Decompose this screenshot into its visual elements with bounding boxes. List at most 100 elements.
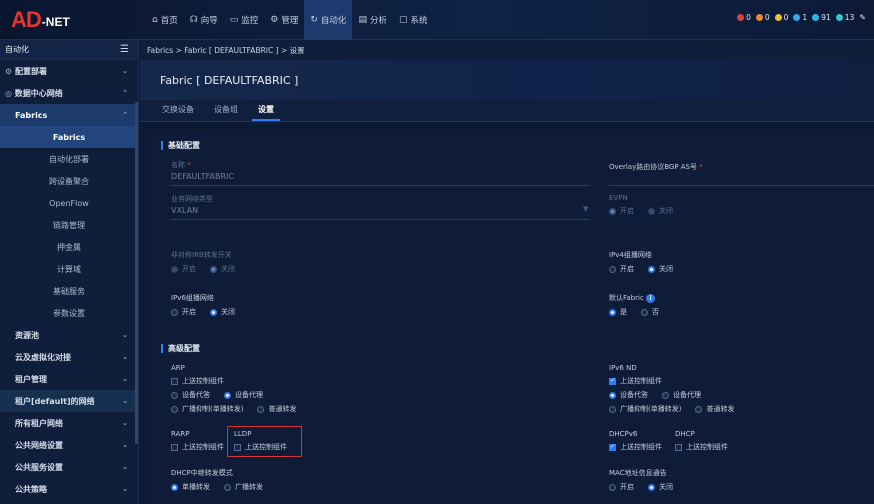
arp-bcast-radio[interactable]: 广播抑制(单播转发) bbox=[171, 404, 243, 414]
radio-label: 关闭 bbox=[659, 483, 673, 491]
sidebar-item-openflow[interactable]: OpenFlow bbox=[0, 192, 138, 214]
radio-label: 开启 bbox=[620, 207, 634, 215]
nav-label: 向导 bbox=[200, 16, 218, 26]
rarp-report-checkbox[interactable]: 上送控制组件 bbox=[171, 442, 224, 452]
nd-proxy-radio[interactable]: 设备代理 bbox=[662, 390, 701, 400]
nav-system[interactable]: ▢ 系统 bbox=[393, 0, 434, 40]
dhcpv6-field: DHCPv6 ✓ 上送控制组件 bbox=[609, 430, 662, 452]
arp-proxy-radio[interactable]: 设备代理 bbox=[224, 390, 263, 400]
arp-agent-radio[interactable]: 设备代答 bbox=[171, 390, 210, 400]
page-header: Fabric [ DEFAULTFABRIC ] bbox=[140, 60, 874, 100]
nav-home[interactable]: ⌂ 首页 bbox=[146, 0, 184, 40]
radio-circle bbox=[224, 483, 231, 491]
alarm-status[interactable]: 0 0 0 1 91 13 ✎ bbox=[737, 13, 866, 22]
sidebar-scrollbar[interactable] bbox=[135, 102, 138, 444]
sidebar-item-params[interactable]: 参数设置 bbox=[0, 302, 138, 324]
tab-device-groups[interactable]: 设备组 bbox=[204, 104, 248, 121]
arp-radios-2: 广播抑制(单播转发) 普通转发 bbox=[171, 404, 296, 414]
mac-label: MAC地址信息通告 bbox=[609, 469, 667, 477]
radio-circle bbox=[210, 265, 217, 273]
nav-wizard[interactable]: ☊ 向导 bbox=[184, 0, 224, 40]
nd-bcast-radio[interactable]: 广播抑制(单播转发) bbox=[609, 404, 681, 414]
radio-label: 设备代理 bbox=[673, 391, 701, 399]
sidebar-item-public-service[interactable]: 公共服务设置 ⌄ bbox=[0, 456, 138, 478]
checkbox-label: 上送控制组件 bbox=[182, 377, 224, 385]
bgp-label-text: Overlay路由协议BGP AS号 bbox=[609, 163, 697, 171]
sidebar-item-bare-metal[interactable]: 押金属 bbox=[0, 236, 138, 258]
radio-circle bbox=[171, 483, 178, 491]
nav-monitor[interactable]: ▭ 监控 bbox=[224, 0, 265, 40]
sidebar-item-public-network[interactable]: 公共网络设置 ⌄ bbox=[0, 434, 138, 456]
name-input: DEFAULTFABRIC bbox=[171, 172, 234, 181]
system-icon: ▢ bbox=[398, 15, 408, 25]
nettype-label: 业务网络类型 bbox=[171, 195, 213, 203]
sidebar-item-config-deploy[interactable]: ⚙ 配置部署 ⌄ bbox=[0, 60, 138, 82]
sidebar-item-auto-deploy[interactable]: 自动化部署 bbox=[0, 148, 138, 170]
irb-radios: 开启 关闭 bbox=[171, 264, 235, 274]
sidebar-item-label: OpenFlow bbox=[49, 198, 89, 208]
relay-broadcast-radio[interactable]: 广播转发 bbox=[224, 482, 263, 492]
sidebar-item-label: 公共网络设置 bbox=[15, 440, 63, 450]
sidebar-item-cross-aggregation[interactable]: 跨设备聚合 bbox=[0, 170, 138, 192]
default-yes-radio[interactable]: 是 bbox=[609, 307, 627, 317]
info-icon[interactable]: i bbox=[646, 294, 656, 303]
wizard-icon: ☊ bbox=[189, 15, 198, 25]
arp-report-checkbox[interactable]: 上送控制组件 bbox=[171, 376, 296, 386]
radio-label: 广播抑制(单播转发) bbox=[620, 405, 682, 413]
radio-circle bbox=[609, 483, 616, 491]
sidebar-item-fabrics[interactable]: Fabrics bbox=[0, 126, 138, 148]
sidebar-item-all-tenant-network[interactable]: 所有租户网络 ⌄ bbox=[0, 412, 138, 434]
sidebar-item-tenant-network[interactable]: 租户[default]的网络 ⌄ bbox=[0, 390, 138, 412]
tab-switches[interactable]: 交换设备 bbox=[152, 104, 204, 121]
ipv4-off-radio[interactable]: 关闭 bbox=[648, 264, 673, 274]
sidebar-item-fabrics-group[interactable]: Fabrics ⌃ bbox=[0, 104, 138, 126]
collapse-menu-icon[interactable]: ☰ bbox=[120, 44, 129, 55]
sidebar-item-datacenter[interactable]: ◎ 数据中心网络 ⌃ bbox=[0, 82, 138, 104]
sidebar-item-resource-pool[interactable]: 资源池 ⌄ bbox=[0, 324, 138, 346]
pin-icon[interactable]: ✎ bbox=[859, 13, 866, 22]
default-fabric-label: 默认Fabric i bbox=[609, 293, 659, 303]
sidebar-item-cloud-virtual[interactable]: 云及虚拟化对接 ⌄ bbox=[0, 346, 138, 368]
bgp-label: Overlay路由协议BGP AS号 * bbox=[609, 162, 703, 172]
nd-normal-radio[interactable]: 普通转发 bbox=[695, 404, 734, 414]
relay-unicast-radio[interactable]: 单播转发 bbox=[171, 482, 210, 492]
ipv6-off-radio[interactable]: 关闭 bbox=[210, 307, 235, 317]
bgp-input-line[interactable] bbox=[609, 185, 874, 186]
dhcp-report-checkbox[interactable]: 上送控制组件 bbox=[675, 442, 728, 452]
sidebar-item-compute-domain[interactable]: 计算域 bbox=[0, 258, 138, 280]
mac-off-radio[interactable]: 关闭 bbox=[648, 482, 673, 492]
radio-label: 开启 bbox=[182, 308, 196, 316]
dhcp-field: DHCP 上送控制组件 bbox=[675, 430, 728, 452]
sidebar-item-label: Fabrics bbox=[15, 110, 48, 120]
radio-circle bbox=[609, 207, 616, 215]
sidebar-item-label: 基础服务 bbox=[53, 286, 85, 296]
tab-settings[interactable]: 设置 bbox=[248, 104, 284, 121]
ipv4-on-radio[interactable]: 开启 bbox=[609, 264, 634, 274]
name-label: 名称 * bbox=[171, 160, 234, 170]
mac-radios: 开启 关闭 bbox=[609, 482, 673, 492]
sidebar-item-basic-service[interactable]: 基础服务 bbox=[0, 280, 138, 302]
sidebar-item-link-manage[interactable]: 链路管理 bbox=[0, 214, 138, 236]
page-title: Fabric [ DEFAULTFABRIC ] bbox=[160, 73, 299, 87]
default-no-radio[interactable]: 否 bbox=[641, 307, 659, 317]
irb-off-radio: 关闭 bbox=[210, 264, 235, 274]
nav-analysis[interactable]: ▤ 分析 bbox=[352, 0, 393, 40]
nd-field: IPv6 ND ✓ 上送控制组件 设备代答 设备代理 广播抑制(单播转发) 普通转… bbox=[609, 364, 734, 414]
dhcpv6-report-checkbox[interactable]: ✓ 上送控制组件 bbox=[609, 442, 662, 452]
ipv6-on-radio[interactable]: 开启 bbox=[171, 307, 196, 317]
sidebar-item-label: 参数设置 bbox=[53, 308, 85, 318]
mac-field: MAC地址信息通告 开启 关闭 bbox=[609, 468, 673, 492]
nav-manage[interactable]: ⚙ 管理 bbox=[264, 0, 304, 40]
nav-label: 自动化 bbox=[320, 16, 347, 26]
alarm-info-count: 91 bbox=[821, 13, 831, 22]
sidebar-item-label: 租户[default]的网络 bbox=[15, 396, 95, 406]
nd-agent-radio[interactable]: 设备代答 bbox=[609, 390, 648, 400]
nav-label: 监控 bbox=[241, 16, 259, 26]
mac-on-radio[interactable]: 开启 bbox=[609, 482, 634, 492]
alarm-critical-dot bbox=[737, 14, 745, 21]
arp-normal-radio[interactable]: 普通转发 bbox=[257, 404, 296, 414]
nav-automation[interactable]: ↻ 自动化 bbox=[304, 0, 353, 40]
sidebar-item-tenant-manage[interactable]: 租户管理 ⌄ bbox=[0, 368, 138, 390]
nd-report-checkbox[interactable]: ✓ 上送控制组件 bbox=[609, 376, 734, 386]
sidebar-item-public-policy[interactable]: 公共策略 ⌄ bbox=[0, 478, 138, 500]
